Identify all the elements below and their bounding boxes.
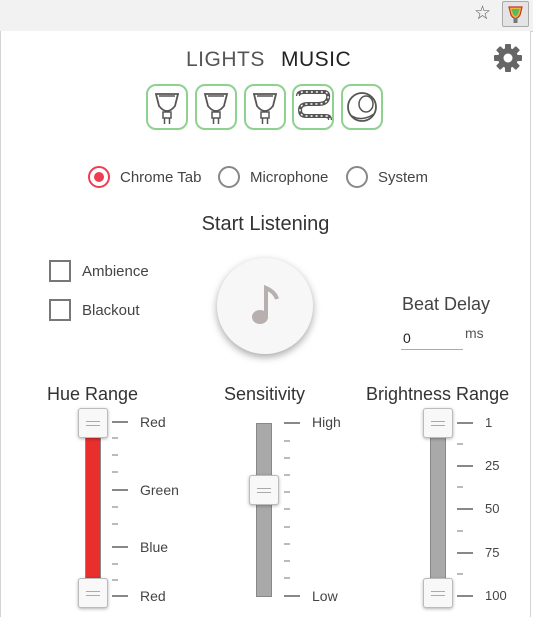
star-icon[interactable]: ☆ (474, 2, 491, 25)
hue-range-max-thumb[interactable] (78, 578, 108, 608)
brightness-range-track (430, 424, 446, 596)
hue-label-red: Red (140, 414, 166, 430)
source-option-microphone[interactable]: Microphone (218, 166, 328, 188)
tick (112, 489, 128, 491)
blackout-option[interactable]: Blackout (49, 299, 140, 321)
ambience-label: Ambience (82, 262, 149, 280)
beat-delay-label: Beat Delay (402, 294, 491, 314)
blackout-checkbox[interactable] (49, 299, 71, 321)
start-listening-label: Start Listening (201, 213, 330, 235)
brightness-label-1: 1 (485, 415, 493, 430)
radio-label: Chrome Tab (120, 168, 202, 186)
start-listening-button[interactable] (217, 258, 313, 354)
tick (112, 421, 128, 423)
hue-label-green: Green (140, 482, 179, 498)
radio-chrome-tab[interactable] (88, 166, 110, 188)
lamp-icon[interactable] (341, 84, 383, 130)
gear-icon[interactable] (492, 42, 524, 74)
spot-bulb-icon[interactable] (195, 84, 237, 130)
tick (457, 422, 473, 424)
brightness-label-50: 50 (485, 501, 500, 516)
tab-music[interactable]: MUSIC (281, 48, 351, 72)
brightness-range-max-thumb[interactable] (423, 578, 453, 608)
tick (457, 465, 473, 467)
extension-icon[interactable] (502, 1, 529, 27)
hue-label-blue: Blue (140, 539, 169, 555)
spot-bulb-icon[interactable] (146, 84, 188, 130)
sensitivity-thumb[interactable] (249, 475, 279, 505)
music-note-icon (252, 284, 279, 324)
tick (457, 552, 473, 554)
tick (112, 595, 128, 597)
beat-delay-input[interactable] (401, 320, 463, 350)
sensitivity-label-high: High (312, 414, 341, 430)
blackout-label: Blackout (82, 301, 140, 319)
beat-delay-unit: ms (465, 325, 484, 341)
radio-system[interactable] (346, 166, 368, 188)
tab-lights[interactable]: LIGHTS (186, 48, 265, 72)
source-option-system[interactable]: System (346, 166, 428, 188)
tick (457, 595, 473, 597)
ambience-option[interactable]: Ambience (49, 260, 149, 282)
spot-bulb-icon[interactable] (244, 84, 286, 130)
sensitivity-title: Sensitivity (224, 384, 306, 404)
brightness-label-100: 100 (485, 588, 507, 603)
hue-label-red-end: Red (140, 588, 166, 604)
hue-range-track (85, 424, 101, 596)
radio-label: System (378, 168, 429, 186)
source-option-chrome-tab[interactable]: Chrome Tab (88, 166, 201, 188)
radio-microphone[interactable] (218, 166, 240, 188)
brightness-range-title: Brightness Range (366, 384, 510, 404)
ambience-checkbox[interactable] (49, 260, 71, 282)
brightness-range-min-thumb[interactable] (423, 408, 453, 438)
hue-range-min-thumb[interactable] (78, 408, 108, 438)
tick (284, 422, 300, 424)
brightness-label-25: 25 (485, 458, 500, 473)
brightness-label-75: 75 (485, 545, 500, 560)
sensitivity-track (256, 423, 272, 597)
browser-toolbar: ☆ (0, 0, 533, 32)
sensitivity-label-low: Low (312, 588, 338, 604)
radio-label: Microphone (250, 168, 329, 186)
tick (457, 508, 473, 510)
tick (112, 546, 128, 548)
tick (284, 595, 300, 597)
lightstrip-icon[interactable] (292, 84, 334, 130)
hue-range-title: Hue Range (47, 384, 139, 404)
